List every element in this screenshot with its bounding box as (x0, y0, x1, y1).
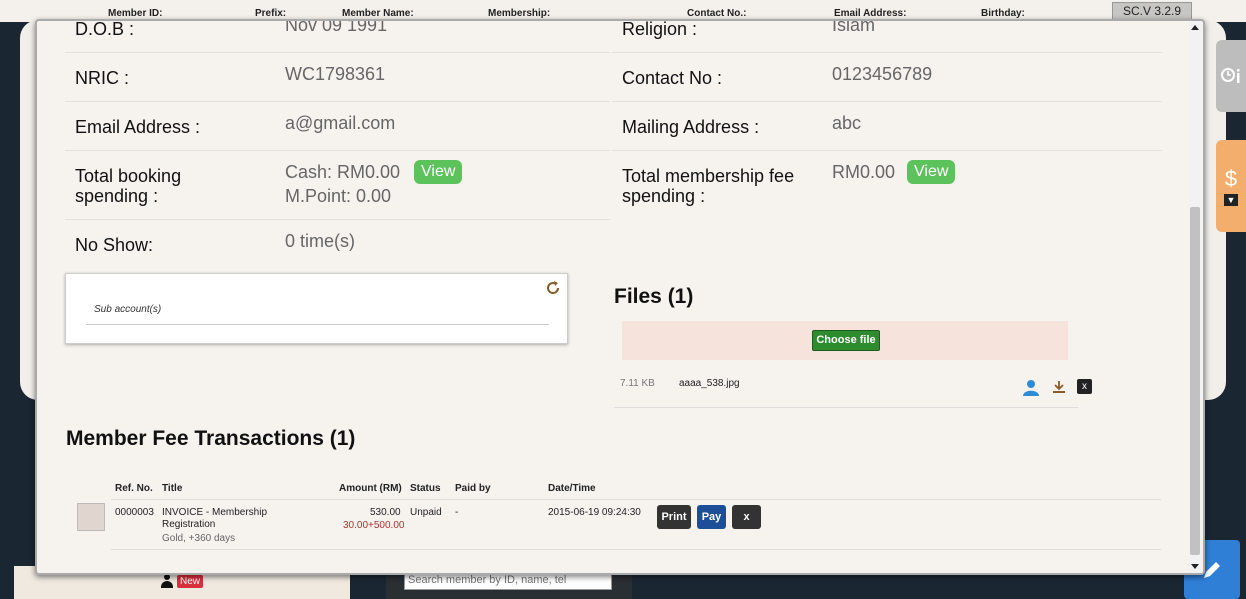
scroll-up-icon[interactable] (1191, 25, 1199, 30)
divider (612, 101, 1162, 102)
modal-scrollbar[interactable] (1188, 21, 1202, 573)
col-amount: Amount (RM) (339, 483, 402, 494)
email-value: a@gmail.com (285, 113, 396, 133)
new-badge: New (177, 574, 204, 588)
download-box-icon: ▼ (1224, 194, 1238, 206)
transaction-status: Unpaid (410, 507, 442, 518)
divider (86, 324, 549, 325)
transaction-datetime: 2015-06-19 09:24:30 (548, 507, 641, 518)
delete-transaction-button[interactable]: x (732, 505, 761, 529)
scroll-thumb[interactable] (1190, 207, 1200, 555)
dob-label: D.O.B : (75, 19, 135, 39)
religion-label: Religion : (622, 19, 698, 39)
header-member-name: Member Name: (342, 8, 414, 19)
header-birthday: Birthday: (981, 8, 1025, 19)
transaction-amount: 530.00 (370, 507, 401, 518)
member-detail-modal: D.O.B : Nov 09 1991 Religion : Islam NRI… (35, 19, 1205, 575)
divider (111, 549, 1161, 550)
divider (65, 52, 610, 53)
membership-label-line1: Total membership fee (622, 166, 795, 186)
divider (612, 52, 1162, 53)
mailing-value: abc (832, 113, 862, 133)
header-prefix: Prefix: (255, 8, 287, 19)
divider (65, 150, 610, 151)
print-button[interactable]: Print (657, 505, 691, 529)
scroll-down-icon[interactable] (1191, 564, 1199, 569)
header-contact: Contact No.: (687, 8, 747, 19)
clock-info-icon (1221, 68, 1240, 83)
col-title: Title (162, 483, 183, 494)
divider (65, 219, 610, 220)
transaction-amount-breakdown: 30.00+500.00 (343, 520, 405, 531)
download-icon[interactable] (1052, 380, 1066, 394)
delete-file-button[interactable]: x (1077, 379, 1092, 394)
dob-value: Nov 09 1991 (285, 19, 388, 35)
booking-label-line2: spending : (75, 186, 159, 206)
user-icon[interactable] (1022, 378, 1040, 396)
booking-cash-value: Cash: RM0.00 (285, 162, 401, 182)
nric-label: NRIC : (75, 68, 129, 88)
transactions-title: Member Fee Transactions (1) (66, 427, 356, 450)
view-membership-button[interactable]: View (907, 160, 956, 184)
divider (614, 407, 1078, 408)
transaction-thumbnail (77, 503, 105, 531)
booking-label-line1: Total booking (75, 166, 182, 186)
file-name[interactable]: aaaa_538.jpg (679, 378, 740, 389)
new-member-link[interactable]: New (160, 574, 204, 588)
header-email: Email Address: (834, 8, 907, 19)
religion-value: Islam (832, 19, 876, 35)
transaction-title-line3: Gold, +360 days (162, 533, 236, 544)
contact-value: 0123456789 (832, 64, 933, 84)
contact-label: Contact No : (622, 68, 723, 88)
file-size: 7.11 KB (620, 378, 655, 389)
transaction-ref: 0000003 (115, 507, 154, 518)
sub-accounts-title: Sub account(s) (94, 304, 162, 315)
person-icon (160, 574, 174, 588)
pay-button[interactable]: Pay (697, 505, 726, 529)
divider (612, 150, 1162, 151)
noshow-value: 0 time(s) (285, 231, 356, 251)
col-datetime: Date/Time (548, 483, 596, 494)
view-booking-button[interactable]: View (414, 160, 463, 184)
dollar-icon: $ (1224, 166, 1238, 191)
booking-point-value: M.Point: 0.00 (285, 186, 392, 206)
transaction-title-line1: INVOICE - Membership (162, 507, 268, 518)
mailing-label: Mailing Address : (622, 117, 760, 137)
nric-value: WC1798361 (285, 64, 386, 84)
refresh-icon[interactable] (545, 280, 561, 296)
transaction-title-line2: Registration (162, 519, 216, 530)
choose-file-button[interactable]: Choose file (812, 330, 880, 351)
divider (111, 499, 1161, 500)
membership-label-line2: spending : (622, 186, 706, 206)
membership-fee-value: RM0.00 (832, 162, 896, 182)
sub-accounts-panel: Sub account(s) (65, 273, 568, 344)
transaction-paid-by: - (455, 507, 459, 518)
side-tab-fee[interactable]: $ ▼ (1216, 140, 1246, 232)
col-paid-by: Paid by (455, 483, 491, 494)
files-title: Files (1) (614, 285, 694, 308)
noshow-label: No Show: (75, 235, 154, 255)
divider (65, 101, 610, 102)
header-member-id: Member ID: (108, 8, 163, 19)
email-label: Email Address : (75, 117, 201, 137)
header-membership: Membership: (488, 8, 551, 19)
col-status: Status (410, 483, 441, 494)
col-ref-no: Ref. No. (115, 483, 153, 494)
side-tab-history[interactable] (1216, 40, 1246, 112)
